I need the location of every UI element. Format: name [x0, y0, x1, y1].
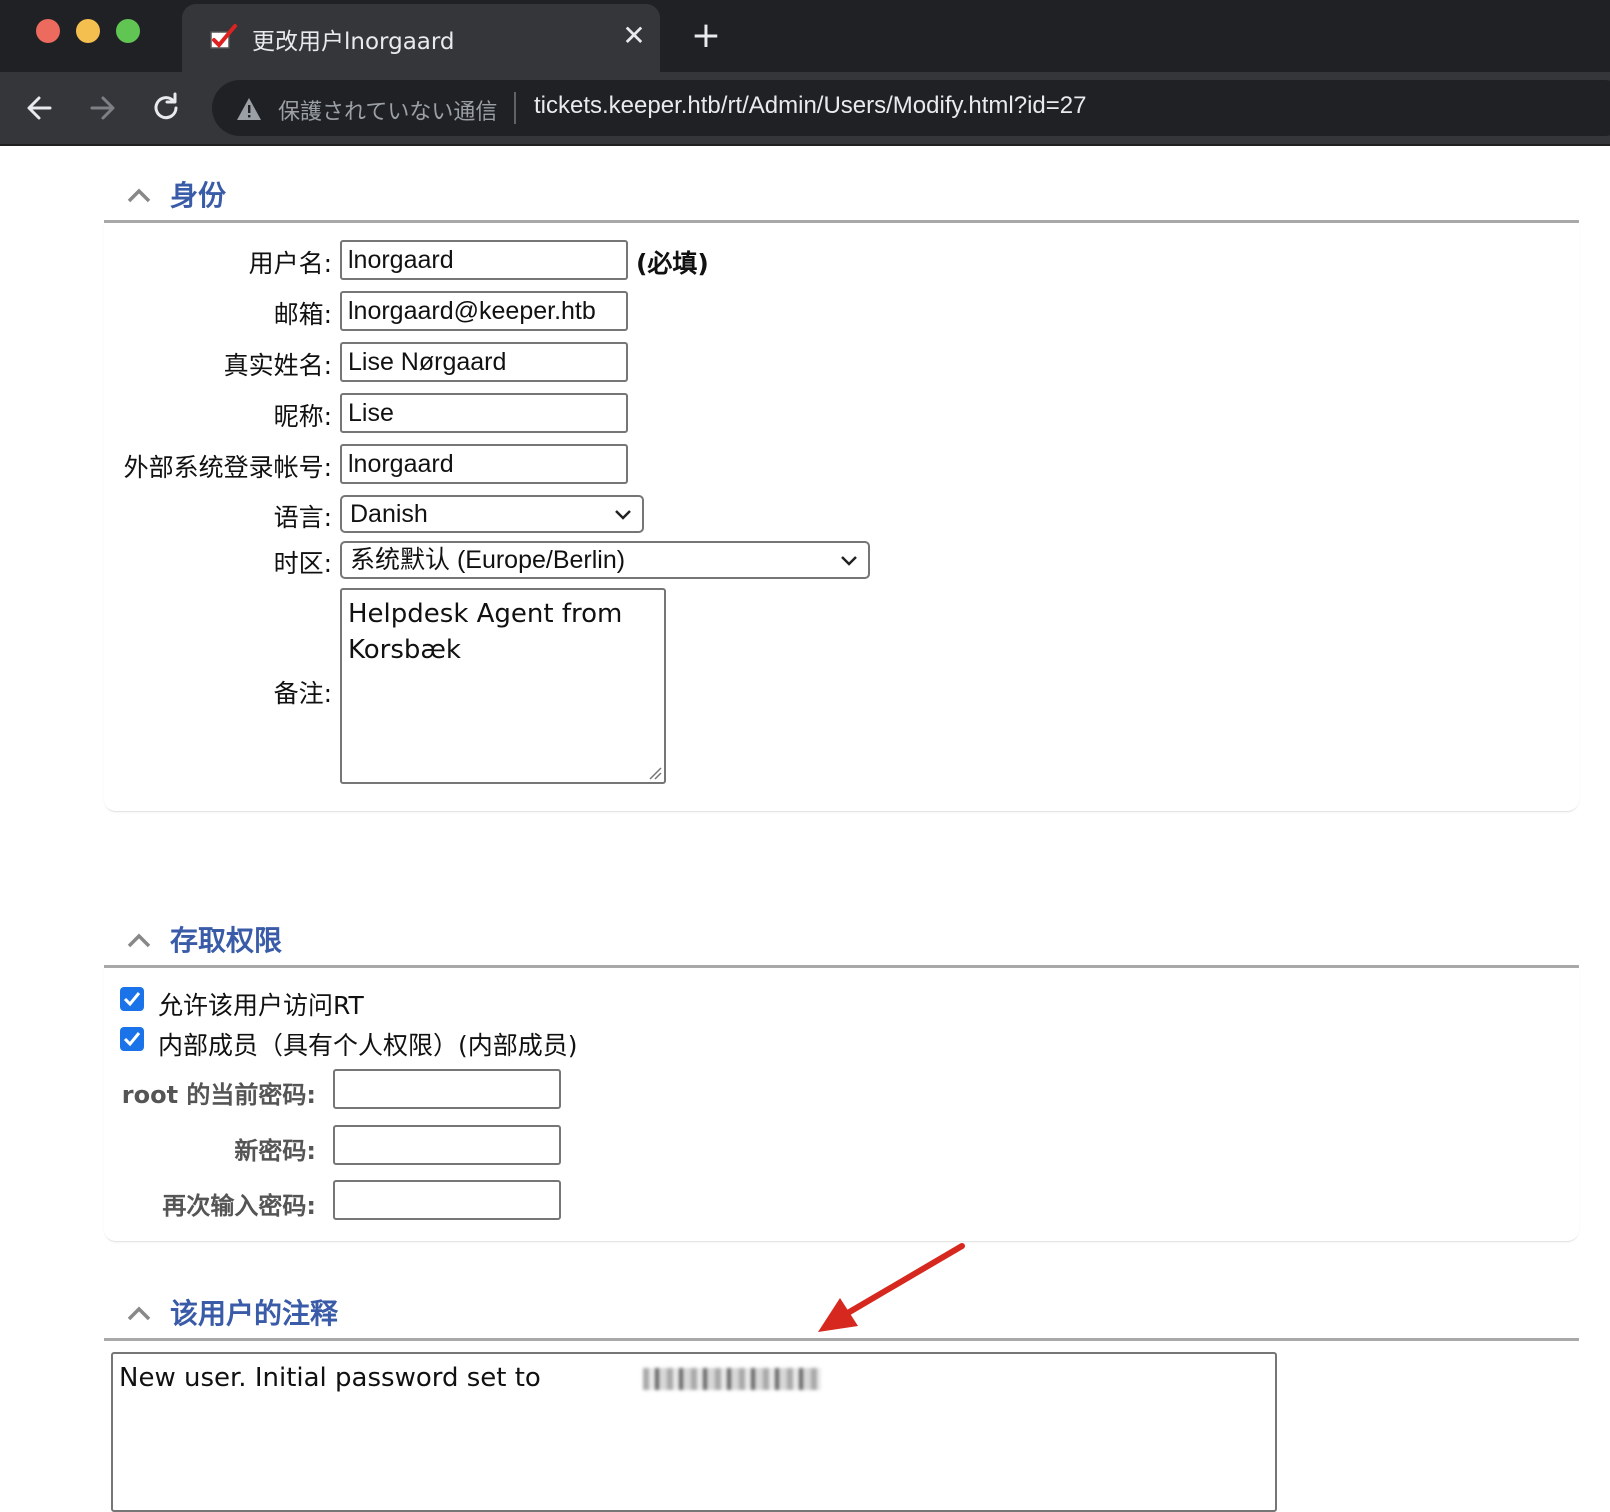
comments-text: Helpdesk Agent from Korsbæk — [348, 599, 623, 665]
privileged-checkbox[interactable] — [120, 1027, 144, 1051]
chevron-up-icon[interactable] — [126, 1304, 152, 1322]
redacted-password-blur — [643, 1368, 821, 1390]
timezone-select[interactable]: 系统默认 (Europe/Berlin) — [340, 541, 870, 579]
nickname-input[interactable]: Lise — [340, 393, 628, 433]
allow-rt-label: 允许该用户访问RT — [158, 991, 364, 1020]
annotation-arrow-icon — [818, 1243, 965, 1332]
username-label: 用户名: — [248, 249, 332, 278]
access-section-title: 存取权限 — [170, 924, 283, 957]
retype-password-input[interactable] — [333, 1180, 561, 1220]
language-select[interactable]: Danish — [340, 495, 644, 533]
access-section-header[interactable]: 存取权限 — [104, 915, 1579, 968]
allow-rt-checkbox[interactable] — [120, 987, 144, 1011]
zoom-window-button[interactable] — [116, 19, 140, 43]
email-label: 邮箱: — [273, 300, 332, 329]
username-input[interactable]: lnorgaard — [340, 240, 628, 280]
language-selected-value: Danish — [350, 500, 428, 528]
new-tab-icon[interactable]: + — [688, 18, 724, 54]
external-auth-label: 外部系统登录帐号: — [123, 453, 332, 482]
required-note: (必填) — [636, 249, 709, 278]
chevron-up-icon[interactable] — [126, 931, 152, 949]
timezone-selected-value: 系统默认 (Europe/Berlin) — [350, 546, 626, 574]
not-secure-label: 保護されていない通信 — [278, 100, 498, 125]
checkmark-icon — [123, 992, 141, 1007]
user-notes-text: New user. Initial password set to — [119, 1363, 541, 1393]
new-password-label: 新密码: — [234, 1137, 316, 1165]
reload-icon[interactable] — [146, 88, 186, 128]
close-window-button[interactable] — [36, 19, 60, 43]
chevron-up-icon[interactable] — [126, 186, 152, 204]
comments-textarea[interactable]: Helpdesk Agent from Korsbæk — [340, 588, 666, 784]
back-arrow-icon[interactable] — [20, 88, 60, 128]
browser-tab-active[interactable]: 更改用户lnorgaard ✕ — [182, 4, 660, 72]
checkmark-icon — [123, 1032, 141, 1047]
nickname-label: 昵称: — [273, 402, 332, 431]
omnibox-divider — [514, 92, 516, 124]
identity-section-title: 身份 — [170, 179, 227, 212]
tab-title: 更改用户lnorgaard — [252, 29, 455, 55]
rt-favicon-icon — [210, 24, 237, 49]
forward-arrow-icon[interactable] — [82, 88, 122, 128]
new-password-input[interactable] — [333, 1125, 561, 1165]
warning-triangle-icon — [237, 98, 261, 120]
chevron-down-icon — [841, 556, 857, 566]
email-input[interactable]: lnorgaard@keeper.htb — [340, 291, 628, 331]
resize-handle-icon[interactable] — [648, 766, 662, 780]
current-password-label: root 的当前密码: — [121, 1081, 316, 1109]
browser-toolbar: 保護されていない通信 tickets.keeper.htb/rt/Admin/U… — [0, 72, 1610, 146]
browser-tab-bar: 更改用户lnorgaard ✕ + — [0, 0, 1610, 72]
close-tab-icon[interactable]: ✕ — [618, 20, 650, 52]
address-bar[interactable]: 保護されていない通信 tickets.keeper.htb/rt/Admin/U… — [212, 80, 1610, 136]
external-auth-input[interactable]: lnorgaard — [340, 444, 628, 484]
retype-password-label: 再次输入密码: — [162, 1192, 316, 1220]
privileged-label: 内部成员（具有个人权限）(内部成员) — [158, 1031, 578, 1060]
current-password-input[interactable] — [333, 1069, 561, 1109]
identity-section-header[interactable]: 身份 — [104, 170, 1579, 223]
notes-section-title: 该用户的注释 — [170, 1297, 339, 1330]
timezone-label: 时区: — [273, 549, 332, 578]
comments-label: 备注: — [273, 679, 332, 708]
realname-input[interactable]: Lise Nørgaard — [340, 342, 628, 382]
chevron-down-icon — [615, 510, 631, 520]
realname-label: 真实姓名: — [223, 351, 332, 380]
user-notes-textarea[interactable]: New user. Initial password set to — [111, 1352, 1277, 1512]
url-text: tickets.keeper.htb/rt/Admin/Users/Modify… — [534, 92, 1087, 119]
minimize-window-button[interactable] — [76, 19, 100, 43]
language-label: 语言: — [273, 503, 332, 532]
